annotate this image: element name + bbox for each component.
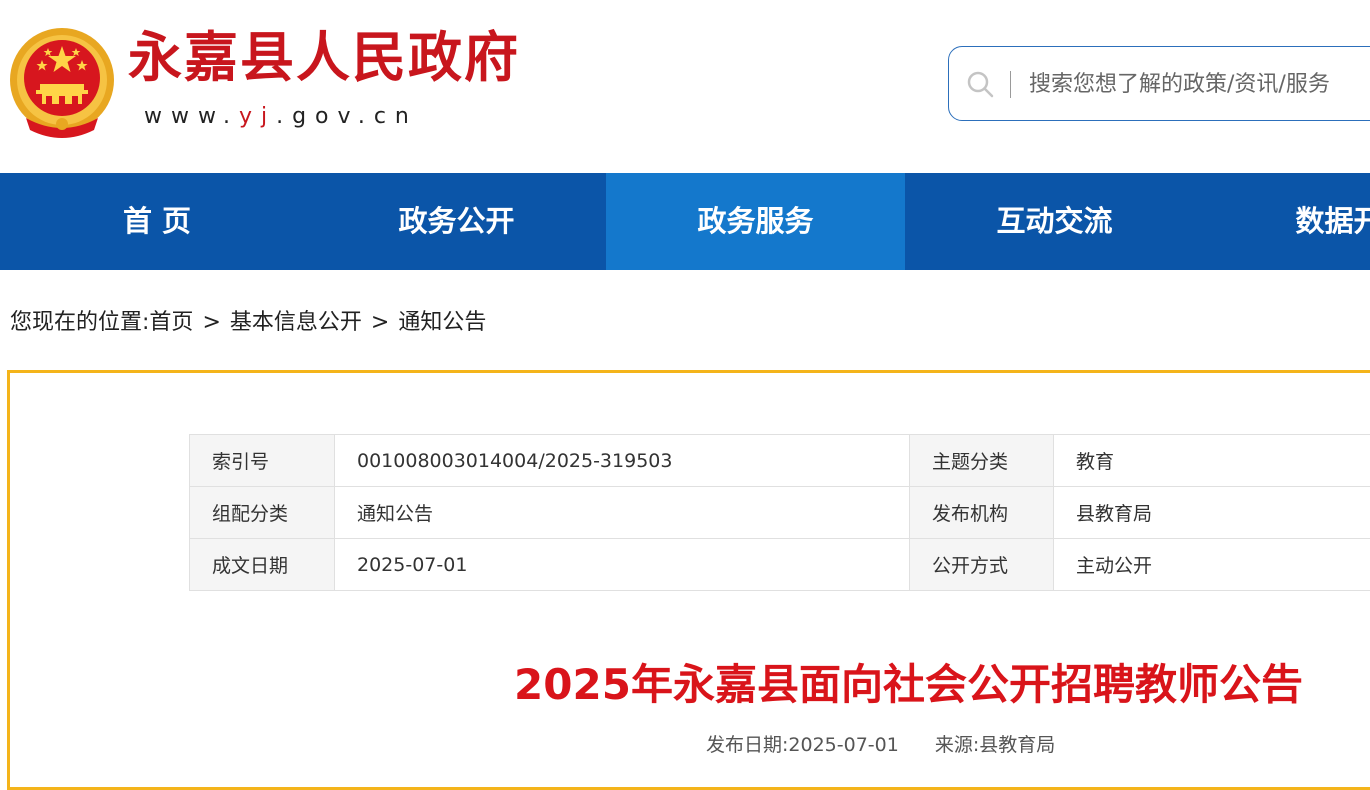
- group-category-value: 通知公告: [335, 487, 910, 539]
- nav-item-data-open[interactable]: 数据开放: [1204, 173, 1370, 270]
- nav-item-gov-services[interactable]: 政务服务: [606, 173, 905, 270]
- search-divider: [1010, 71, 1011, 98]
- national-emblem-icon[interactable]: [8, 26, 116, 140]
- breadcrumb-notices[interactable]: 通知公告: [398, 310, 486, 335]
- breadcrumb-separator: >: [202, 310, 220, 335]
- source-value: 县教育局: [979, 734, 1055, 756]
- document-info-table: 索引号 001008003014004/2025-319503 主题分类 教育 …: [189, 434, 1370, 591]
- publisher-label: 发布机构: [910, 487, 1054, 539]
- search-box[interactable]: [948, 46, 1370, 121]
- site-title[interactable]: 永嘉县人民政府: [128, 24, 520, 90]
- site-url: www.yj.gov.cn: [144, 102, 418, 132]
- table-row: 成文日期 2025-07-01 公开方式 主动公开: [190, 539, 1370, 591]
- index-number-value: 001008003014004/2025-319503: [335, 435, 910, 487]
- group-category-label: 组配分类: [190, 487, 335, 539]
- url-highlight: yj: [239, 104, 276, 129]
- publish-date-value: 2025-07-01: [788, 734, 898, 756]
- main-nav: 首 页 政务公开 政务服务 互动交流 数据开放: [0, 173, 1370, 270]
- table-row: 索引号 001008003014004/2025-319503 主题分类 教育: [190, 435, 1370, 487]
- topic-category-value: 教育: [1054, 435, 1370, 487]
- nav-item-interaction[interactable]: 互动交流: [905, 173, 1204, 270]
- site-header: 永嘉县人民政府 www.yj.gov.cn: [0, 0, 1370, 173]
- topic-category-label: 主题分类: [910, 435, 1054, 487]
- nav-item-home[interactable]: 首 页: [7, 173, 307, 270]
- search-icon[interactable]: [965, 69, 995, 99]
- article-meta: 发布日期:2025-07-01 来源:县教育局: [706, 731, 1055, 759]
- source-label: 来源:: [935, 734, 979, 756]
- breadcrumb: 您现在的位置:首页 > 基本信息公开 > 通知公告: [10, 305, 486, 341]
- breadcrumb-separator: >: [371, 310, 389, 335]
- publisher-value: 县教育局: [1054, 487, 1370, 539]
- table-row: 组配分类 通知公告 发布机构 县教育局: [190, 487, 1370, 539]
- url-suffix: .gov.cn: [276, 104, 418, 129]
- breadcrumb-home[interactable]: 首页: [149, 310, 193, 335]
- search-input[interactable]: [1029, 64, 1370, 104]
- nav-item-gov-affairs-public[interactable]: 政务公开: [307, 173, 606, 270]
- written-date-value: 2025-07-01: [335, 539, 910, 591]
- disclosure-method-label: 公开方式: [910, 539, 1054, 591]
- breadcrumb-basic-info[interactable]: 基本信息公开: [230, 310, 362, 335]
- index-number-label: 索引号: [190, 435, 335, 487]
- breadcrumb-prefix: 您现在的位置:: [10, 310, 149, 335]
- disclosure-method-value: 主动公开: [1054, 539, 1370, 591]
- written-date-label: 成文日期: [190, 539, 335, 591]
- publish-date-label: 发布日期:: [706, 734, 788, 756]
- url-prefix: www.: [144, 104, 239, 129]
